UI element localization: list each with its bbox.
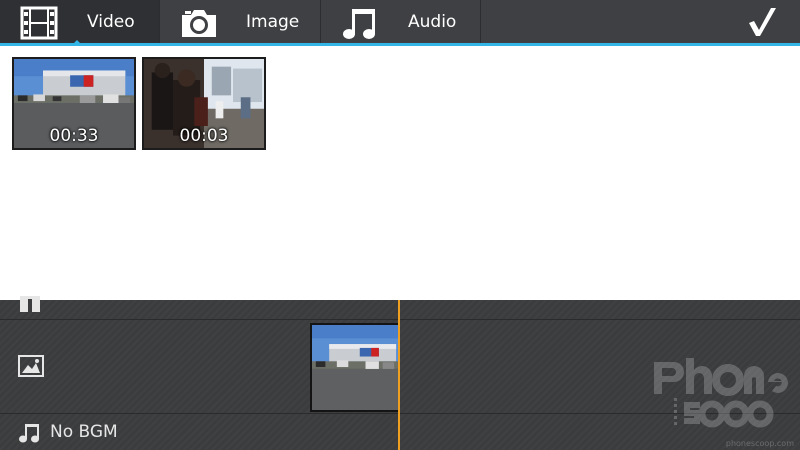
phonescoop-watermark-logo (654, 358, 788, 428)
clip-preview-image (312, 325, 398, 410)
music-note-icon (19, 424, 39, 443)
tab-audio-label: Audio (408, 11, 457, 32)
video-duration: 00:33 (49, 126, 99, 146)
camera-icon (182, 10, 216, 37)
text-track[interactable] (0, 296, 800, 320)
video-duration: 00:03 (179, 126, 229, 146)
media-browser: 00:33 00:03 (0, 49, 800, 300)
tab-image-label: Image (246, 11, 300, 32)
image-icon (18, 355, 44, 377)
tab-video-label: Video (87, 11, 135, 32)
video-thumbnail[interactable]: 00:33 (12, 57, 136, 150)
tab-audio[interactable]: Audio (321, 0, 481, 43)
playhead[interactable] (398, 300, 400, 450)
video-thumbnail[interactable]: 00:03 (142, 57, 266, 150)
tab-image[interactable]: Image (160, 0, 321, 43)
film-icon (20, 6, 58, 40)
credit-text: phonescoop.com (725, 439, 794, 448)
music-note-icon (343, 9, 375, 39)
bgm-label: No BGM (50, 422, 118, 442)
text-icon (20, 296, 40, 312)
timeline-clip[interactable] (310, 323, 400, 412)
active-tab-indicator (71, 40, 83, 46)
tab-video[interactable]: Video (0, 0, 160, 46)
media-type-tabbar: Video Image Audio (0, 0, 800, 46)
checkmark-icon[interactable] (746, 6, 778, 38)
